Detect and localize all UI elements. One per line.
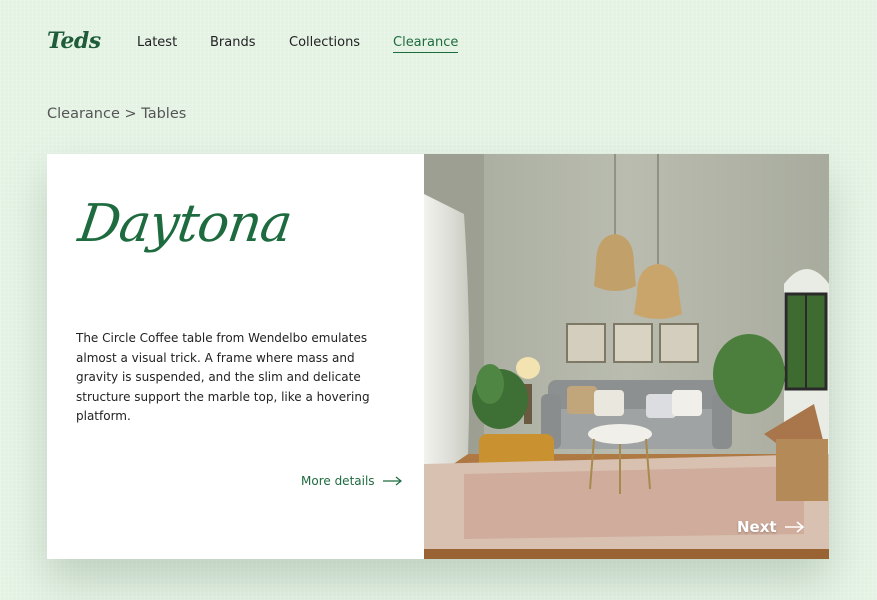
next-label: Next [737, 518, 777, 536]
product-info-panel: Daytona The Circle Coffee table from Wen… [47, 154, 424, 559]
nav-latest[interactable]: Latest [137, 35, 177, 50]
product-title: Daytona [74, 194, 295, 254]
more-details-link[interactable]: More details [301, 474, 403, 488]
living-room-image [424, 154, 829, 559]
next-button[interactable]: Next [737, 518, 805, 536]
product-card: Daytona The Circle Coffee table from Wen… [47, 154, 829, 559]
arrow-right-icon [784, 521, 804, 533]
product-description: The Circle Coffee table from Wendelbo em… [76, 331, 370, 423]
nav-collections[interactable]: Collections [289, 35, 360, 50]
breadcrumb: Clearance > Tables [47, 106, 187, 122]
nav-brands[interactable]: Brands [210, 35, 256, 50]
nav-clearance[interactable]: Clearance [393, 35, 459, 53]
product-photo: Next [424, 154, 829, 559]
more-details-label: More details [301, 474, 375, 488]
brand-logo[interactable]: Teds [47, 28, 101, 54]
arrow-right-icon [382, 476, 402, 486]
